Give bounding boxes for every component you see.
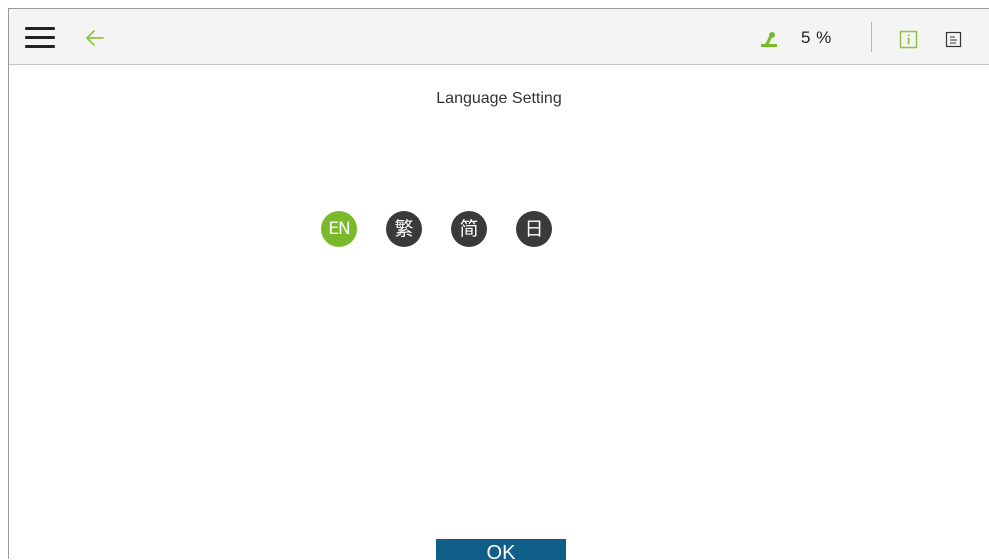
toolbar-divider — [871, 22, 872, 52]
top-toolbar: 5 % — [9, 9, 989, 65]
app-window: 5 % Language Setting EN 繁 简 日 OK — [8, 8, 989, 560]
ok-button[interactable]: OK — [436, 539, 566, 560]
back-arrow-icon[interactable] — [83, 27, 107, 49]
hamburger-menu-icon[interactable] — [25, 27, 55, 49]
log-icon[interactable] — [945, 31, 963, 49]
speed-percentage: 5 % — [801, 28, 832, 47]
language-option-japanese[interactable]: 日 — [516, 211, 552, 247]
info-icon[interactable] — [899, 30, 919, 50]
language-option-en[interactable]: EN — [321, 211, 357, 247]
page-title: Language Setting — [436, 90, 562, 107]
language-option-traditional-chinese[interactable]: 繁 — [386, 211, 422, 247]
language-option-simplified-chinese[interactable]: 简 — [451, 211, 487, 247]
robot-arm-icon — [759, 27, 783, 49]
